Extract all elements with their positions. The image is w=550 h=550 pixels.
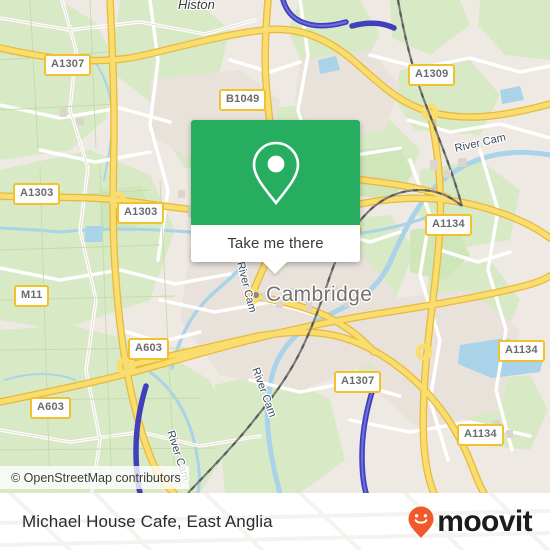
road-shield-a1134: A1134 — [498, 340, 545, 362]
road-shield-b1049: B1049 — [219, 89, 267, 111]
road-shield-a603: A603 — [30, 397, 72, 419]
take-me-there-label: Take me there — [227, 235, 324, 252]
road-shield-a1307: A1307 — [334, 371, 382, 393]
osm-attribution-bar[interactable]: © OpenStreetMap contributors — [0, 466, 189, 489]
road-shield-a1134: A1134 — [425, 214, 472, 236]
map-label-histon: Histon — [178, 0, 215, 12]
road-shield-a1303: A1303 — [117, 202, 165, 224]
footer-bar: Michael House Cafe, East Anglia moovit — [0, 493, 550, 550]
popup-pointer-tail — [262, 261, 288, 274]
place-popup-card[interactable]: Take me there — [191, 120, 360, 262]
take-me-there-button[interactable]: Take me there — [191, 225, 360, 262]
moovit-wordmark: moovit — [437, 504, 532, 538]
moovit-smiley-pin-icon — [408, 506, 434, 538]
place-title: Michael House Cafe, East Anglia — [22, 511, 273, 531]
moovit-logo[interactable]: moovit — [407, 504, 533, 539]
road-shield-m11: M11 — [14, 285, 50, 307]
map-canvas[interactable]: Histon Cambridge River Cam River Cam Riv… — [0, 0, 550, 493]
map-pin-icon — [252, 141, 299, 205]
osm-attribution-text: © OpenStreetMap contributors — [11, 470, 181, 485]
road-shield-a1309: A1309 — [408, 64, 456, 86]
road-shield-a1307: A1307 — [44, 54, 92, 76]
map-label-cambridge: Cambridge — [266, 283, 373, 306]
map-screenshot: Histon Cambridge River Cam River Cam Riv… — [0, 0, 550, 550]
road-shield-a1303: A1303 — [13, 183, 61, 205]
popup-image-panel — [191, 120, 360, 225]
road-shield-a1134: A1134 — [457, 424, 504, 446]
road-shield-a603: A603 — [128, 338, 170, 360]
